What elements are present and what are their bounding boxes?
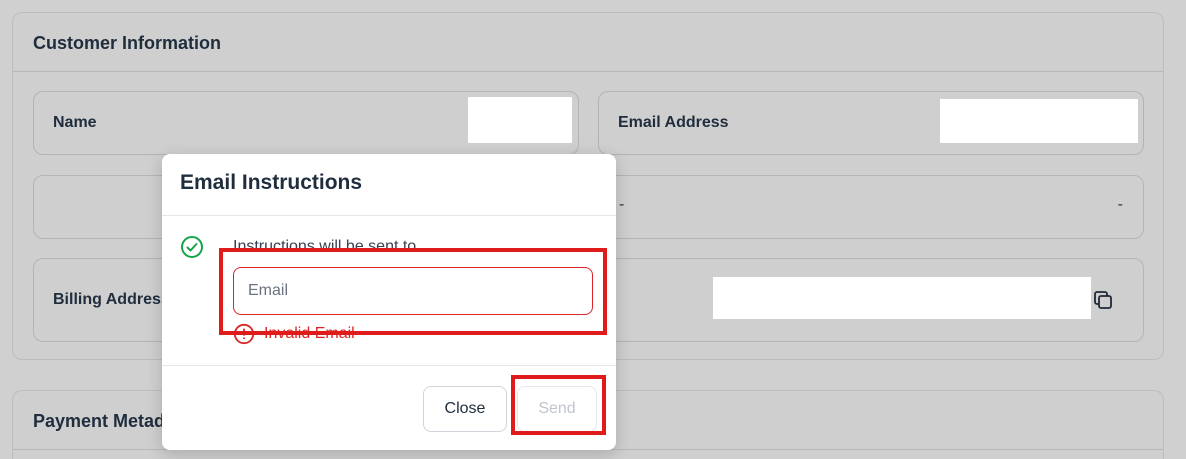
send-button[interactable]: Send [517, 386, 597, 432]
modal-title: Email Instructions [180, 171, 363, 194]
strikethrough-line [233, 248, 441, 249]
email-instructions-modal: Email Instructions Instructions will be … [162, 154, 616, 450]
email-address-label: Email Address [618, 114, 729, 131]
close-button[interactable]: Close [423, 386, 507, 432]
strikethrough-line [233, 334, 361, 335]
empty-value: - [619, 196, 625, 213]
field-value [713, 277, 1091, 319]
card-divider [13, 71, 1163, 72]
customer-information-title: Customer Information [33, 33, 222, 53]
info-field [598, 258, 1144, 342]
name-field: Name [33, 91, 579, 155]
name-label: Name [53, 114, 97, 131]
copy-icon[interactable] [1091, 288, 1115, 312]
info-field: - - [598, 175, 1144, 239]
email-input[interactable] [233, 267, 593, 315]
billing-address-label: Billing Address [53, 291, 170, 308]
check-circle-icon [180, 235, 204, 259]
email-address-field: Email Address [598, 91, 1144, 155]
email-address-value [940, 99, 1138, 143]
modal-divider [162, 215, 616, 216]
empty-value: - [1117, 196, 1123, 213]
name-value [468, 97, 572, 143]
instructions-text: Instructions will be sent to [233, 238, 417, 255]
modal-divider [162, 365, 616, 366]
